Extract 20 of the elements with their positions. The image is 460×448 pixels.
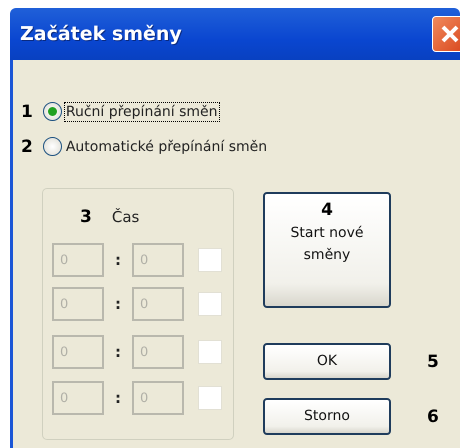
radio-button[interactable]: [42, 102, 62, 121]
cancel-button[interactable]: Storno: [263, 398, 391, 435]
callout-number: 4: [320, 200, 334, 220]
callout-number: 3: [80, 207, 92, 227]
callout-number: 1: [21, 102, 33, 122]
callout-number: 2: [21, 136, 33, 156]
time-separator: :: [114, 343, 122, 361]
radio-label[interactable]: Automatické přepínání směn: [64, 136, 270, 156]
radio-button[interactable]: [42, 137, 62, 156]
time-separator: :: [114, 295, 122, 313]
callout-number: 6: [427, 406, 439, 426]
time-separator: :: [114, 389, 122, 407]
window-title: Začátek směny: [20, 23, 182, 45]
radio-label[interactable]: Ruční přepínání směn: [64, 102, 220, 122]
callout-number: 5: [427, 352, 439, 372]
close-button[interactable]: [432, 16, 460, 52]
ok-button[interactable]: OK: [263, 343, 391, 380]
time-separator: :: [114, 251, 122, 269]
group-label: Čas: [112, 208, 140, 226]
close-icon: [440, 24, 460, 44]
